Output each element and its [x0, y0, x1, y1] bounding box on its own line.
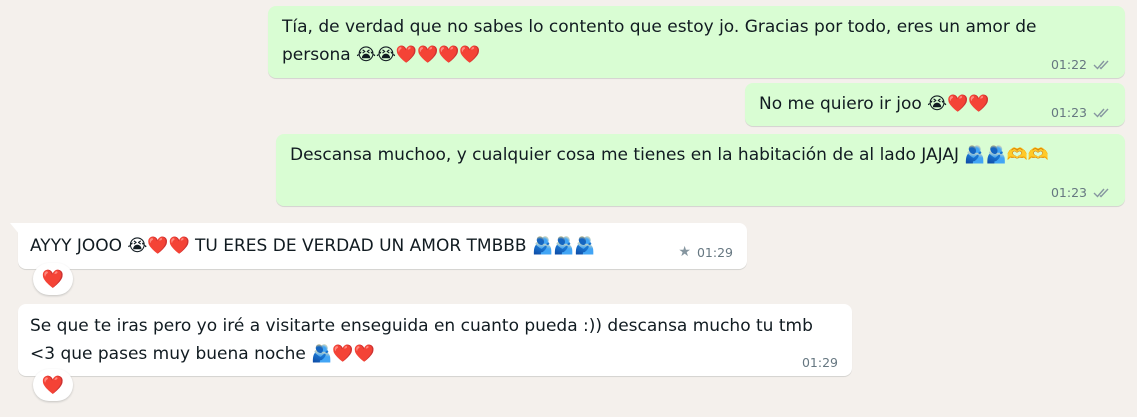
message-meta: 01:23 [1051, 185, 1111, 200]
bubble-tail [10, 223, 20, 235]
message-text: Se que te iras pero yo iré a visitarte e… [30, 316, 819, 364]
double-check-icon [1093, 108, 1109, 118]
outgoing-message[interactable]: No me quiero ir joo 😭❤️❤️ 01:23 [745, 83, 1125, 126]
outgoing-message[interactable]: Tía, de verdad que no sabes lo contento … [268, 6, 1125, 78]
message-time: 01:23 [1050, 105, 1087, 120]
message-time: 01:29 [801, 355, 838, 370]
message-text: AYYY JOOO 😭❤️❤️ TU ERES DE VERDAD UN AMO… [30, 236, 596, 256]
star-icon: ★ [678, 244, 691, 260]
reaction-badge[interactable]: ❤️ [33, 369, 73, 401]
incoming-message[interactable]: AYYY JOOO 😭❤️❤️ TU ERES DE VERDAD UN AMO… [10, 223, 747, 269]
message-meta: 01:23 [1051, 105, 1111, 120]
heart-reaction: ❤️ [41, 268, 65, 290]
incoming-message[interactable]: Se que te iras pero yo iré a visitarte e… [18, 304, 852, 376]
outgoing-message[interactable]: Descansa muchoo, y cualquier cosa me tie… [276, 134, 1125, 206]
message-meta: 01:22 [1051, 57, 1111, 72]
message-text: Descansa muchoo, y cualquier cosa me tie… [290, 145, 1050, 165]
double-check-icon [1093, 60, 1109, 70]
double-check-icon [1093, 188, 1109, 198]
heart-reaction: ❤️ [41, 374, 65, 396]
message-time: 01:29 [696, 244, 733, 260]
message-time: 01:22 [1050, 57, 1087, 72]
message-time: 01:23 [1050, 185, 1087, 200]
reaction-badge[interactable]: ❤️ [33, 263, 73, 295]
message-meta: ★ 01:29 [678, 244, 733, 260]
message-meta: 01:29 [802, 355, 838, 370]
message-text: Tía, de verdad que no sabes lo contento … [282, 17, 1042, 65]
